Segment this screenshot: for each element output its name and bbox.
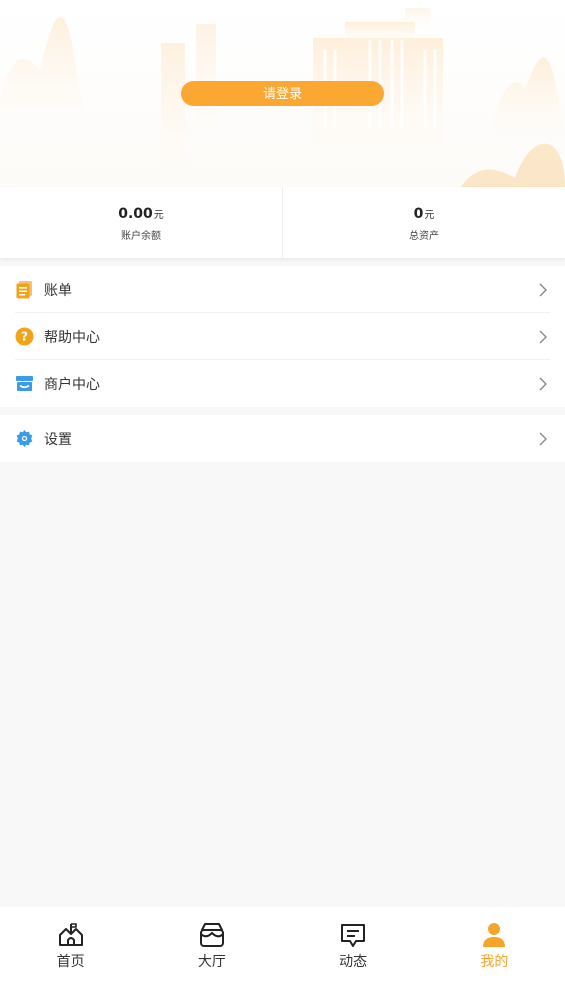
tab-hall-label: 大厅 — [197, 954, 226, 970]
gear-icon — [16, 430, 33, 447]
total-assets-unit: 元 — [424, 210, 435, 221]
user-icon — [483, 923, 506, 947]
bottom-tab-bar: 首页 大厅 动态 我的 — [0, 907, 565, 1004]
total-assets-value: 0 — [413, 206, 424, 222]
account-balance[interactable]: 0.00元 账户余额 — [0, 187, 282, 258]
document-icon — [16, 281, 32, 299]
message-icon — [341, 924, 366, 947]
account-balance-unit: 元 — [153, 210, 164, 221]
menu-item-bill[interactable]: 账单 — [0, 266, 565, 313]
menu-item-merchant-label: 商户中心 — [44, 376, 100, 393]
total-assets[interactable]: 0元 总资产 — [282, 187, 565, 258]
chevron-right-icon — [539, 377, 547, 391]
tab-mine-label: 我的 — [480, 954, 509, 970]
svg-text:?: ? — [21, 330, 28, 344]
tab-home[interactable]: 首页 — [0, 907, 141, 1004]
header-banner: 请登录 — [0, 0, 565, 188]
account-balance-value: 0.00 — [118, 206, 153, 222]
menu-item-settings[interactable]: 设置 — [0, 415, 565, 462]
chevron-right-icon — [539, 330, 547, 344]
home-icon — [58, 923, 83, 946]
login-button[interactable]: 请登录 — [181, 81, 384, 106]
account-balance-label: 账户余额 — [121, 231, 161, 242]
question-icon: ? — [15, 327, 34, 346]
tab-news[interactable]: 动态 — [283, 907, 424, 1004]
shop-icon — [199, 923, 224, 947]
chevron-right-icon — [539, 283, 547, 297]
tab-home-label: 首页 — [56, 954, 85, 970]
menu-item-settings-label: 设置 — [44, 431, 72, 448]
menu-item-help[interactable]: ? 帮助中心 — [0, 313, 565, 360]
menu-item-merchant[interactable]: 商户中心 — [0, 360, 565, 407]
menu-group-settings: 设置 — [0, 415, 565, 462]
total-assets-amount: 0元 — [414, 203, 435, 222]
tab-mine[interactable]: 我的 — [424, 907, 565, 1004]
total-assets-label: 总资产 — [409, 231, 439, 242]
menu-group-main: 账单 ? 帮助中心 商户中心 — [0, 266, 565, 407]
account-balance-amount: 0.00元 — [118, 203, 164, 222]
store-icon — [16, 376, 33, 391]
tab-news-label: 动态 — [339, 954, 368, 970]
asset-summary: 0.00元 账户余额 0元 总资产 — [0, 187, 565, 258]
menu-item-bill-label: 账单 — [44, 282, 72, 299]
chevron-right-icon — [539, 432, 547, 446]
tab-hall[interactable]: 大厅 — [141, 907, 282, 1004]
menu-item-help-label: 帮助中心 — [44, 329, 100, 346]
